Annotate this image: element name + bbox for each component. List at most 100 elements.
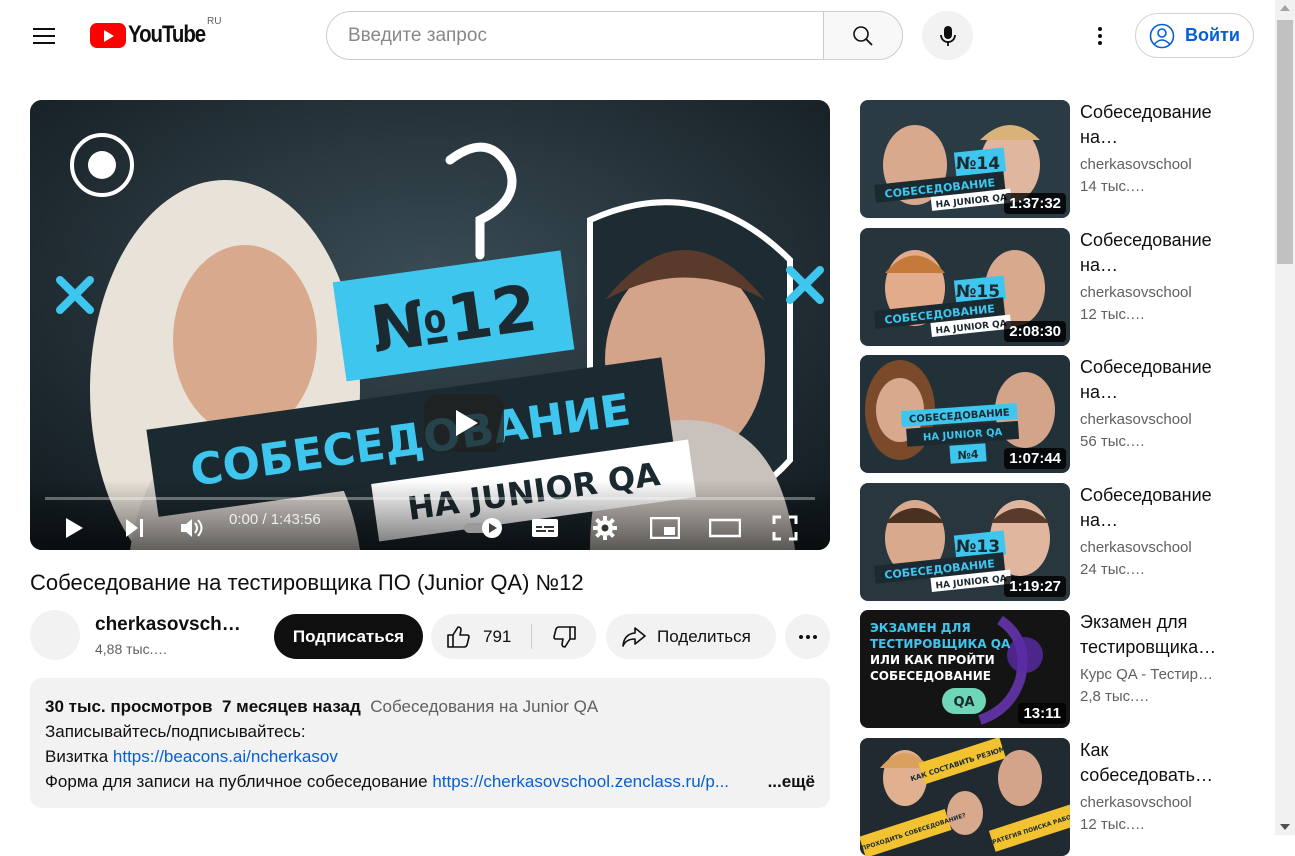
volume-icon[interactable]	[175, 510, 209, 546]
fullscreen-icon[interactable]	[768, 510, 802, 546]
region-code: RU	[207, 16, 222, 27]
channel-subscriber-count: 4,88 тыс.…	[95, 641, 168, 657]
like-dislike-group: 791	[431, 614, 596, 659]
view-count: 30 тыс. просмотров	[45, 697, 213, 716]
thumb-badge: QA	[953, 695, 974, 710]
account-icon	[1149, 23, 1175, 48]
big-play-button[interactable]	[424, 394, 504, 452]
video-duration: 1:37:32	[1004, 193, 1066, 214]
settings-gear-icon[interactable]	[588, 510, 622, 546]
subscribe-button[interactable]: Подписаться	[274, 614, 423, 659]
recommendation-channel[interactable]: cherkasovschool	[1080, 156, 1230, 173]
miniplayer-icon[interactable]	[648, 510, 682, 546]
video-duration: 13:11	[1018, 703, 1066, 724]
time-display: 0:00 / 1:43:56	[229, 511, 321, 528]
recommendation-item[interactable]: №13 СОБЕСЕДОВАНИЕ НА JUNIOR QA 1:19:27 Со…	[860, 483, 1260, 601]
share-button[interactable]: Поделиться	[606, 614, 776, 659]
thumb-caption: ТЕСТИРОВЩИКА QA	[870, 637, 1011, 651]
recommendation-item[interactable]: ЭКЗАМЕН ДЛЯ ТЕСТИРОВЩИКА QA ИЛИ КАК ПРОЙ…	[860, 610, 1260, 728]
video-player[interactable]: №12 СОБЕСЕДОВАНИЕ НА JUNIOR QA	[30, 100, 830, 550]
search-box	[326, 11, 903, 60]
recommendation-title[interactable]: Собеседование на…	[1080, 355, 1230, 405]
recommendation-views: 56 тыс.…	[1080, 433, 1146, 450]
channel-name[interactable]: cherkasovsch…	[95, 614, 241, 636]
recommendation-title[interactable]: Экзамен для тестировщика…	[1080, 610, 1230, 660]
share-label: Поделиться	[657, 626, 751, 646]
recommendation-views: 12 тыс.…	[1080, 306, 1146, 323]
youtube-play-icon	[90, 22, 126, 48]
like-count: 791	[483, 626, 512, 646]
recommendation-channel[interactable]: cherkasovschool	[1080, 539, 1230, 556]
search-button[interactable]	[823, 11, 903, 60]
search-input[interactable]	[326, 11, 824, 60]
thumb-caption: СОБЕСЕДОВАНИЕ	[870, 669, 991, 683]
thumb-badge: №4	[957, 448, 979, 462]
thumb-caption: ИЛИ КАК ПРОЙТИ	[870, 652, 995, 667]
dislike-button[interactable]	[537, 614, 592, 659]
beacons-link[interactable]: https://beacons.ai/ncherkasov	[113, 747, 338, 766]
scroll-down-arrow-icon[interactable]	[1280, 824, 1290, 830]
recommendation-thumbnail[interactable]: СОБЕСЕДОВАНИЕ НА JUNIOR QA №4 1:07:44	[860, 355, 1070, 473]
play-icon[interactable]	[58, 510, 90, 546]
autoplay-toggle-icon[interactable]	[460, 510, 508, 546]
scroll-thumb[interactable]	[1277, 20, 1293, 264]
voice-search-button[interactable]	[922, 11, 973, 60]
recommendation-title[interactable]: Собеседование на…	[1080, 483, 1230, 533]
show-more-button[interactable]: ...ещё	[761, 769, 815, 794]
publish-date: 7 месяцев назад	[221, 697, 361, 716]
settings-menu-icon[interactable]	[1080, 16, 1120, 56]
recommendation-title[interactable]: Собеседование на…	[1080, 100, 1230, 150]
recommendation-item[interactable]: КАК СОСТАВИТЬ РЕЗЮМЕ? КАК ПРОХОДИТЬ СОБЕ…	[860, 738, 1260, 856]
recommendation-item[interactable]: №14 СОБЕСЕДОВАНИЕ НА JUNIOR QA 1:37:32 Со…	[860, 100, 1260, 218]
channel-avatar[interactable]	[30, 610, 80, 660]
playlist-link[interactable]: Собеседования на Junior QA	[370, 697, 598, 716]
recommendation-thumbnail[interactable]: №14 СОБЕСЕДОВАНИЕ НА JUNIOR QA 1:37:32	[860, 100, 1070, 218]
scroll-up-arrow-icon[interactable]	[1280, 5, 1290, 11]
page-scrollbar[interactable]	[1275, 0, 1295, 835]
description-meta: 30 тыс. просмотров 7 месяцев назад Собес…	[45, 694, 815, 719]
video-duration: 1:19:27	[1004, 576, 1066, 597]
recommendation-item[interactable]: №15 СОБЕСЕДОВАНИЕ НА JUNIOR QA 2:08:30 Со…	[860, 228, 1260, 346]
recommendation-views: 2,8 тыс.…	[1080, 688, 1150, 705]
recommendation-item[interactable]: СОБЕСЕДОВАНИЕ НА JUNIOR QA №4 1:07:44 Собе…	[860, 355, 1260, 473]
like-button[interactable]: 791	[431, 614, 531, 659]
recommendation-title[interactable]: Собеседование на…	[1080, 228, 1230, 278]
player-controls	[30, 480, 830, 550]
thumbs-down-icon	[552, 625, 576, 648]
recommendation-channel[interactable]: Курс QA - Тестир…	[1080, 666, 1230, 683]
microphone-icon	[939, 25, 956, 46]
recommendation-thumbnail[interactable]: №13 СОБЕСЕДОВАНИЕ НА JUNIOR QA 1:19:27	[860, 483, 1070, 601]
like-divider	[531, 624, 532, 649]
recommendation-views: 24 тыс.…	[1080, 561, 1146, 578]
subtitles-icon[interactable]	[528, 510, 562, 546]
logo-text: YouTube	[128, 21, 206, 48]
zenclass-link[interactable]: https://cherkasovschool.zenclass.ru/p...	[432, 772, 729, 791]
search-icon	[853, 25, 873, 46]
recommendation-thumbnail[interactable]: КАК СОСТАВИТЬ РЕЗЮМЕ? КАК ПРОХОДИТЬ СОБЕ…	[860, 738, 1070, 856]
recommendation-channel[interactable]: cherkasovschool	[1080, 284, 1230, 301]
youtube-logo[interactable]: YouTube	[90, 20, 219, 50]
description-text: Визитка	[45, 747, 113, 766]
recommendation-thumbnail[interactable]: №15 СОБЕСЕДОВАНИЕ НА JUNIOR QA 2:08:30	[860, 228, 1070, 346]
recommendation-title[interactable]: Как собеседовать…	[1080, 738, 1230, 788]
description-text: Форма для записи на публичное собеседова…	[45, 772, 433, 791]
share-arrow-icon	[622, 626, 646, 647]
video-duration: 1:07:44	[1004, 448, 1066, 469]
thumbs-up-icon	[447, 625, 470, 648]
theater-mode-icon[interactable]	[708, 510, 742, 546]
progress-bar[interactable]	[45, 497, 815, 500]
description-box[interactable]: 30 тыс. просмотров 7 месяцев назад Собес…	[30, 678, 830, 808]
recommendation-thumbnail[interactable]: ЭКЗАМЕН ДЛЯ ТЕСТИРОВЩИКА QA ИЛИ КАК ПРОЙ…	[860, 610, 1070, 728]
menu-icon[interactable]	[24, 16, 64, 56]
video-duration: 2:08:30	[1004, 321, 1066, 342]
next-icon[interactable]	[118, 510, 150, 546]
more-actions-button[interactable]	[785, 614, 830, 659]
description-line: Форма для записи на публичное собеседова…	[45, 769, 815, 794]
description-line: Записывайтесь/подписывайтесь:	[45, 722, 306, 741]
recommendation-channel[interactable]: cherkasovschool	[1080, 794, 1230, 811]
signin-button[interactable]: Войти	[1135, 13, 1254, 58]
thumb-caption: ЭКЗАМЕН ДЛЯ	[870, 621, 971, 635]
recommendation-channel[interactable]: cherkasovschool	[1080, 411, 1230, 428]
recommendation-views: 12 тыс.…	[1080, 816, 1146, 833]
recommendation-views: 14 тыс.…	[1080, 178, 1146, 195]
